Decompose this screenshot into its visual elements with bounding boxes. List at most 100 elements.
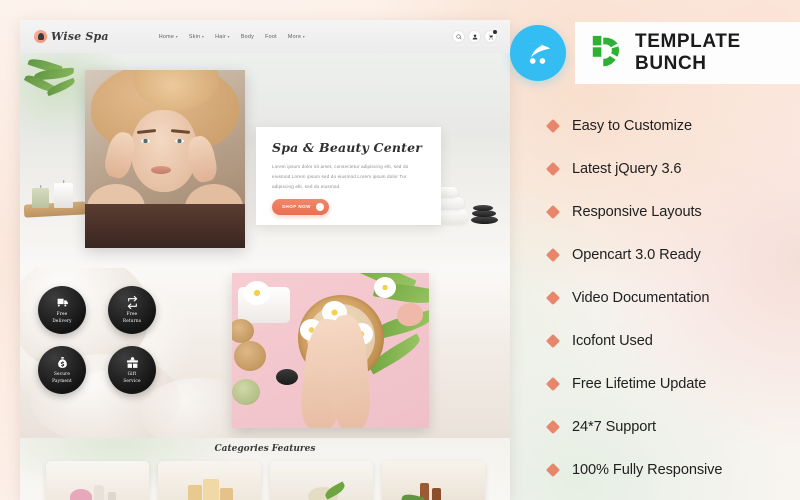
salt-bowl-decor [234,341,266,371]
money-bag-icon [57,357,67,369]
feature-label: Opencart 3.0 Ready [572,246,701,263]
search-icon[interactable] [453,31,464,42]
site-logo[interactable]: Wise Spa [34,30,109,43]
promo-poster: Wise Spa Home ▾ Skin ▾ Hair ▾ Body Foot … [0,0,800,500]
nav-item-foot[interactable]: Foot [265,34,277,40]
candle-decor [202,479,219,500]
nav-label: Home [158,33,175,40]
salt-bowl-decor [232,379,260,405]
bottle-decor [93,485,104,500]
chevron-down-icon: ▾ [302,34,305,39]
site-header: Wise Spa Home ▾ Skin ▾ Hair ▾ Body Foot … [20,20,510,53]
template-bunch-logo: TEMPLATE BUNCH [575,22,800,84]
nav-item-more[interactable]: More ▾ [288,34,305,40]
candle-decor [219,488,233,500]
candle-decor [32,188,49,208]
website-screenshot: Wise Spa Home ▾ Skin ▾ Hair ▾ Body Foot … [20,20,510,500]
nav-item-body[interactable]: Body [241,34,254,40]
chevron-down-icon: ▾ [175,34,178,39]
nav-item-skin[interactable]: Skin ▾ [189,34,204,40]
diamond-bullet-icon [545,161,561,176]
hero-description: Lorem ipsum dolor sit amet, consectetur … [272,164,409,189]
nav-label: Hair [215,33,227,40]
service-badge-free-delivery[interactable]: Free Delivery [38,286,86,334]
site-logo-text: Wise Spa [51,30,109,43]
badge-label: Free Delivery [52,311,72,323]
categories-section: Categories Features [20,438,510,500]
header-icon-group [453,30,497,42]
opencart-logo [510,25,566,81]
candle-decor [187,485,202,500]
category-card-row [20,461,510,500]
service-badge-gift-service[interactable]: Gift Service [108,346,156,394]
chevron-down-icon: ▾ [227,34,230,39]
chevron-down-icon: ▾ [201,34,205,39]
shop-now-label: SHOP NOW [282,204,311,210]
nav-label: Body [240,33,255,40]
shopping-cart-icon[interactable] [485,30,497,42]
template-bunch-logo-icon [589,34,627,72]
feature-item-easy-to-customize: Easy to Customize [545,104,800,147]
category-card-4[interactable] [381,461,485,500]
shop-now-button[interactable]: SHOP NOW › [272,198,329,215]
candle-decor [54,183,73,208]
feature-item-opencart-ready: Opencart 3.0 Ready [545,233,800,276]
hero-section: Spa & Beauty Center Lorem ipsum dolor si… [20,53,510,268]
nav-item-hair[interactable]: Hair ▾ [215,34,230,40]
spa-bell-icon [34,30,47,43]
user-account-icon[interactable] [469,31,480,42]
nav-label: More [287,33,302,40]
feature-label: Latest jQuery 3.6 [572,160,682,177]
feature-label: Easy to Customize [572,117,692,134]
feature-label: Icofont Used [572,332,653,349]
shopping-cart-icon [523,43,551,64]
feature-item-icofont-used: Icofont Used [545,319,800,362]
diamond-bullet-icon [545,118,561,133]
oil-bottle-decor [431,488,441,500]
leaf-decor-icon [45,77,77,97]
badge-label: Gift Service [123,371,141,383]
diamond-bullet-icon [545,462,561,477]
service-badge-secure-payment[interactable]: Secure Payment [38,346,86,394]
category-card-3[interactable] [269,461,373,500]
returns-icon [127,296,137,310]
frangipani-flower-decor [244,281,270,305]
diamond-bullet-icon [545,333,561,348]
feature-label: Responsive Layouts [572,203,702,220]
feature-list: Easy to Customize Latest jQuery 3.6 Resp… [545,104,800,491]
cosmetic-jar-decor [276,369,298,385]
category-card-1[interactable] [45,461,149,500]
main-navigation[interactable]: Home ▾ Skin ▾ Hair ▾ Body Foot More ▾ [159,34,305,40]
truck-icon [57,298,68,307]
cart-count-badge [493,30,497,34]
feature-item-fully-responsive: 100% Fully Responsive [545,448,800,491]
badge-label: Secure Payment [52,371,72,383]
gift-icon [126,357,138,369]
bottle-decor [107,492,116,500]
feature-label: 100% Fully Responsive [572,461,723,478]
service-badge-grid: Free Delivery Free Returns Secure Payment G… [38,286,156,394]
categories-title: Categories Features [214,444,316,454]
diamond-bullet-icon [545,247,561,262]
feature-item-responsive-layouts: Responsive Layouts [545,190,800,233]
frangipani-flower-decor [374,277,396,298]
diamond-bullet-icon [545,290,561,305]
feature-item-support: 24*7 Support [545,405,800,448]
hero-model-photo [85,70,245,248]
hot-stone-decor [472,210,496,217]
features-band: Free Delivery Free Returns Secure Payment G… [20,268,510,438]
category-card-2[interactable] [157,461,261,500]
hero-text-card: Spa & Beauty Center Lorem ipsum dolor si… [256,127,441,225]
nav-item-home[interactable]: Home ▾ [159,34,178,40]
hero-title: Spa & Beauty Center [272,140,423,155]
feature-item-free-lifetime-update: Free Lifetime Update [545,362,800,405]
diamond-bullet-icon [545,376,561,391]
arrow-right-icon: › [315,202,324,211]
diamond-bullet-icon [545,419,561,434]
nav-label: Foot [265,33,277,40]
feature-label: Video Documentation [572,289,710,306]
hot-stone-decor [473,205,493,211]
diamond-bullet-icon [545,204,561,219]
feature-item-video-documentation: Video Documentation [545,276,800,319]
service-badge-free-returns[interactable]: Free Returns [108,286,156,334]
